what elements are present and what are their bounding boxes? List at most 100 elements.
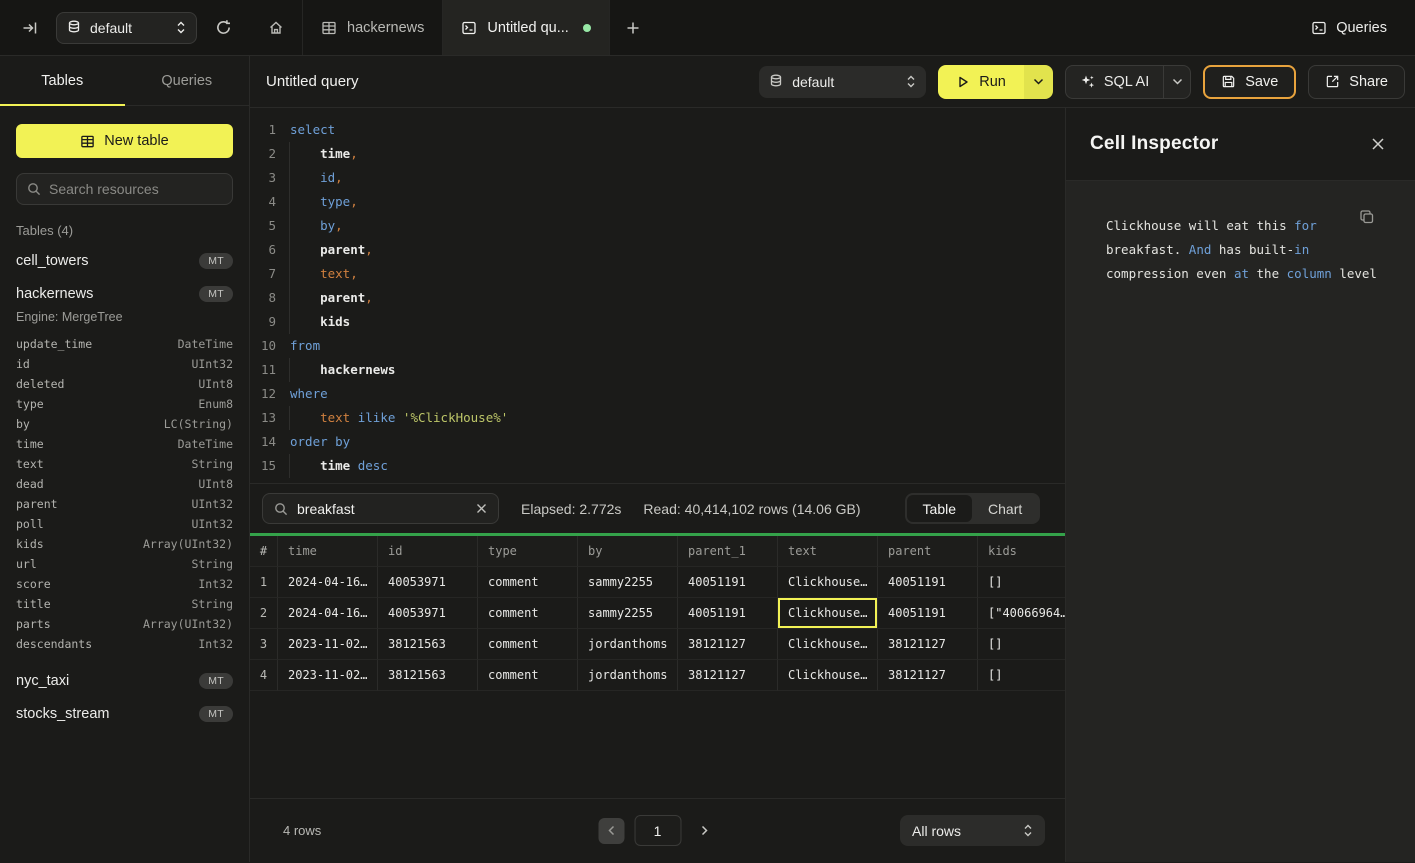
tab-hackernews[interactable]: hackernews [303,0,443,55]
table-cell-time[interactable]: 2023-11-02… [278,660,378,691]
share-label: Share [1349,74,1388,90]
table-cell-parent_1[interactable]: 38121127 [678,660,778,691]
new-table-label: New table [104,133,168,149]
new-tab-button[interactable] [610,0,656,55]
column-header-parent[interactable]: parent [878,536,978,567]
column-header-id[interactable]: id [378,536,478,567]
sidebar-item-hackernews[interactable]: hackernews MT [0,277,249,310]
sidebar-tab-tables[interactable]: Tables [0,56,125,105]
tab-untitled-query[interactable]: Untitled qu... [443,0,609,55]
refresh-button[interactable] [211,15,236,40]
save-icon [1221,74,1236,89]
table-name: stocks_stream [16,706,109,722]
table-name: hackernews [16,286,93,302]
table-cell-kids[interactable]: [] [978,629,1065,660]
new-table-button[interactable]: New table [16,124,233,158]
table-cell-by[interactable]: sammy2255 [578,598,678,629]
sql-editor[interactable]: 1select2 time,3 id,4 type,5 by,6 parent,… [250,108,1065,483]
sidebar-tab-queries[interactable]: Queries [125,56,250,105]
table-cell-parent[interactable]: 40051191 [878,567,978,598]
tab-home[interactable] [250,0,303,55]
queries-button[interactable]: Queries [1311,20,1387,36]
top-bar: default hackernews [0,0,1415,56]
page-number-input[interactable] [634,815,681,846]
save-button[interactable]: Save [1203,65,1296,99]
column-header-kids[interactable]: kids [978,536,1065,567]
table-cell-id[interactable]: 40053971 [378,567,478,598]
run-button[interactable]: Run [938,65,1024,99]
view-toggle-chart[interactable]: Chart [972,495,1038,522]
table-cell-by[interactable]: jordanthoms [578,629,678,660]
next-page-button[interactable] [691,818,717,844]
table-cell-id[interactable]: 40053971 [378,598,478,629]
table-cell-time[interactable]: 2024-04-16… [278,567,378,598]
row-index[interactable]: 3 [250,629,278,660]
column-header-time[interactable]: time [278,536,378,567]
close-inspector-button[interactable] [1371,137,1385,151]
run-options-button[interactable] [1024,65,1053,99]
table-cell-parent_1[interactable]: 38121127 [678,629,778,660]
previous-page-button[interactable] [598,818,624,844]
collapse-sidebar-button[interactable] [18,16,42,40]
table-cell-parent_1[interactable]: 40051191 [678,598,778,629]
table-cell-kids[interactable]: ["40066964… [978,598,1065,629]
table-cell-kids[interactable]: [] [978,567,1065,598]
search-resources-input[interactable] [49,181,222,197]
table-cell-time[interactable]: 2023-11-02… [278,629,378,660]
schema-field: idUInt32 [0,354,249,374]
sidebar-item-cell-towers[interactable]: cell_towers MT [0,244,249,277]
main-area: Untitled query default Run [250,56,1415,862]
row-count: 4 rows [283,823,321,838]
column-header-index[interactable]: # [250,536,278,567]
copy-cell-value-button[interactable] [1359,209,1375,225]
results-search-input[interactable] [297,501,467,517]
table-cell-type[interactable]: comment [478,629,578,660]
view-toggle-table[interactable]: Table [907,495,972,522]
table-cell-parent[interactable]: 40051191 [878,598,978,629]
table-cell-parent[interactable]: 38121127 [878,660,978,691]
share-icon [1325,74,1340,89]
share-button[interactable]: Share [1308,65,1405,99]
query-database-selector[interactable]: default [759,66,926,98]
schema-field: textString [0,454,249,474]
table-cell-text[interactable]: Clickhouse… [778,629,878,660]
clear-search-button[interactable] [476,503,487,514]
column-header-by[interactable]: by [578,536,678,567]
row-index[interactable]: 4 [250,660,278,691]
sidebar-item-nyc-taxi[interactable]: nyc_taxi MT [0,664,249,697]
code-line: 3 id, [250,166,1065,190]
row-index[interactable]: 1 [250,567,278,598]
column-header-parent_1[interactable]: parent_1 [678,536,778,567]
search-icon [27,182,41,196]
table-cell-id[interactable]: 38121563 [378,660,478,691]
table-cell-parent_1[interactable]: 40051191 [678,567,778,598]
results-footer: 4 rows All rows [250,798,1065,862]
table-cell-text[interactable]: Clickhouse… [778,598,878,629]
table-cell-text[interactable]: Clickhouse… [778,567,878,598]
sql-ai-button[interactable]: SQL AI [1066,66,1163,98]
page-size-value: All rows [912,823,1015,839]
table-cell-by[interactable]: sammy2255 [578,567,678,598]
page-size-selector[interactable]: All rows [900,815,1045,846]
chevron-down-icon [1172,78,1183,85]
table-cell-type[interactable]: comment [478,660,578,691]
table-cell-by[interactable]: jordanthoms [578,660,678,691]
results-empty-area [250,691,1065,798]
table-cell-id[interactable]: 38121563 [378,629,478,660]
column-header-text[interactable]: text [778,536,878,567]
table-cell-type[interactable]: comment [478,567,578,598]
table-cell-kids[interactable]: [] [978,660,1065,691]
sidebar-item-stocks-stream[interactable]: stocks_stream MT [0,697,249,730]
table-cell-type[interactable]: comment [478,598,578,629]
column-header-type[interactable]: type [478,536,578,567]
topbar-database-selector[interactable]: default [56,12,197,44]
view-toggle: Table Chart [905,493,1041,524]
run-split-button: Run [938,65,1053,99]
table-cell-text[interactable]: Clickhouse… [778,660,878,691]
table-name: nyc_taxi [16,673,69,689]
row-index[interactable]: 2 [250,598,278,629]
table-cell-parent[interactable]: 38121127 [878,629,978,660]
table-cell-time[interactable]: 2024-04-16… [278,598,378,629]
database-icon [769,74,783,89]
sql-ai-options-button[interactable] [1163,66,1190,98]
